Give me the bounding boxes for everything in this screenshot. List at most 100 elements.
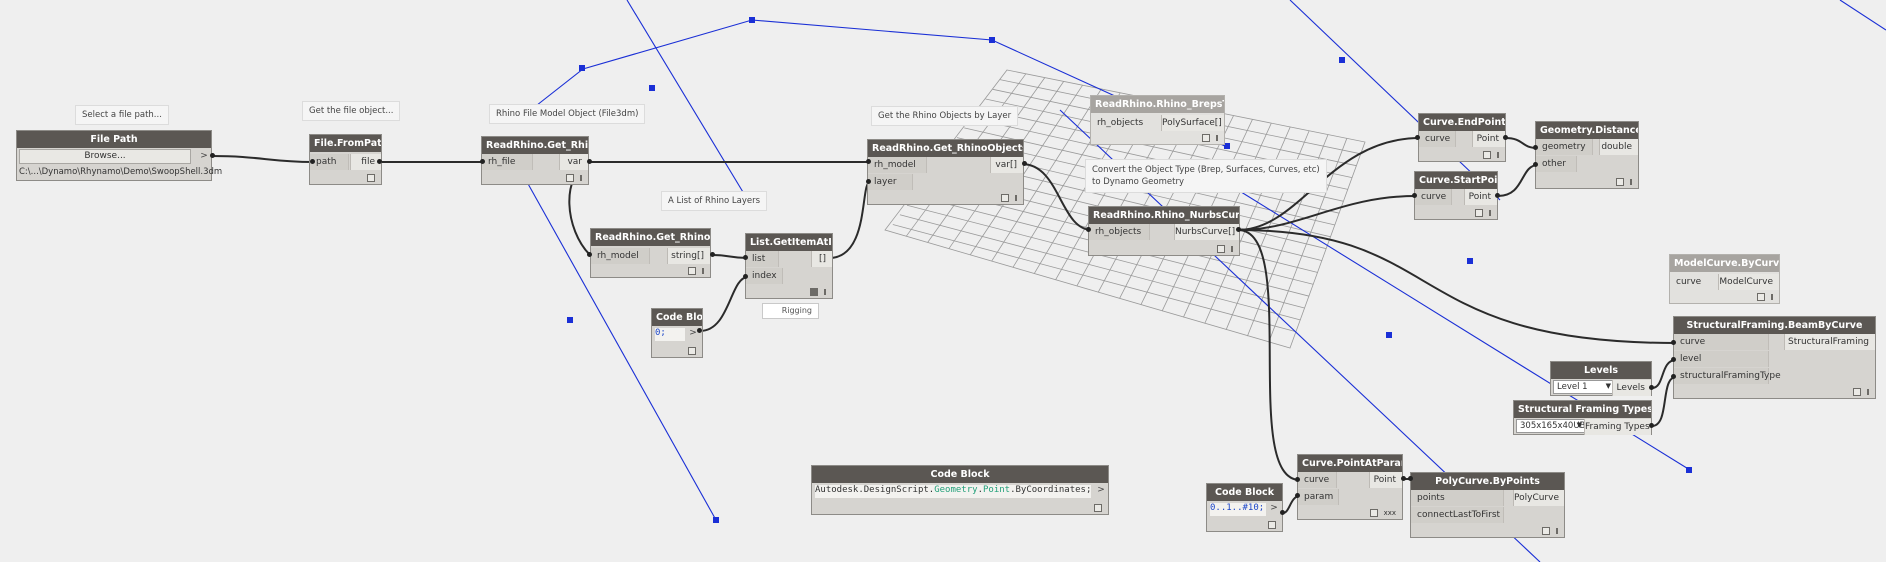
output-arrow-icon[interactable]: > bbox=[198, 151, 210, 161]
framing-types-dropdown-value: 305x165x40UB bbox=[1520, 421, 1586, 431]
input-port-rh-objects[interactable]: rh_objects bbox=[1091, 115, 1149, 131]
input-port-rh-model[interactable]: rh_model bbox=[591, 248, 650, 264]
output-port-list[interactable]: [] bbox=[811, 251, 832, 267]
output-port-structural-framing[interactable]: StructuralFraming bbox=[1784, 334, 1875, 350]
node-get-objects-by-layer[interactable]: ReadRhino.Get_RhinoObjectsByLayer rh_mod… bbox=[867, 139, 1024, 205]
node-breps-to-ds[interactable]: ReadRhino.Rhino_BrepsToDS rh_objects Pol… bbox=[1090, 95, 1225, 145]
output-arrow-icon[interactable]: > bbox=[1095, 485, 1107, 495]
lacing-icon bbox=[1630, 179, 1632, 185]
output-port-nurbscurve-list[interactable]: NurbsCurve[] bbox=[1174, 224, 1239, 240]
preview-toggle-icon[interactable] bbox=[1369, 509, 1378, 517]
node-footer bbox=[1001, 194, 1017, 202]
code-block-editor[interactable]: 0; bbox=[655, 328, 685, 341]
input-port-geometry[interactable]: geometry bbox=[1536, 139, 1593, 155]
levels-dropdown[interactable]: Level 1 ▼ bbox=[1553, 380, 1615, 394]
node-model-curve-by-curve[interactable]: ModelCurve.ByCurve curve ModelCurve bbox=[1669, 254, 1780, 304]
preview-toggle-icon[interactable] bbox=[1217, 245, 1225, 253]
output-port-point[interactable]: Point bbox=[1369, 472, 1402, 488]
input-port-list[interactable]: list bbox=[746, 251, 779, 267]
node-curve-point-at-parameter[interactable]: Curve.PointAtParameter curve param Point… bbox=[1297, 454, 1403, 520]
node-get-item-at-index[interactable]: List.GetItemAtIndex list index [] bbox=[745, 233, 833, 299]
input-port-other[interactable]: other bbox=[1536, 156, 1577, 172]
node-file-path[interactable]: File Path Browse... > C:\...\Dynamo\Rhyn… bbox=[16, 130, 222, 181]
preview-toggle-icon[interactable] bbox=[1853, 388, 1861, 396]
output-port-point[interactable]: Point bbox=[1464, 189, 1497, 205]
output-port-polysurface-list[interactable]: PolySurface[] bbox=[1161, 115, 1224, 131]
preview-toggle-icon[interactable] bbox=[688, 347, 696, 355]
node-get-rhinofile[interactable]: ReadRhino.Get_RhinoFile rh_file var bbox=[481, 136, 589, 185]
input-port-layer[interactable]: layer bbox=[868, 174, 913, 190]
input-port-connect-last-to-first[interactable]: connectLastToFirst bbox=[1411, 507, 1504, 523]
preview-toggle-icon[interactable] bbox=[1757, 293, 1765, 301]
node-footer bbox=[1268, 521, 1276, 529]
output-port-var[interactable]: var bbox=[559, 154, 588, 170]
node-beam-by-curve[interactable]: StructuralFraming.BeamByCurve curve leve… bbox=[1673, 316, 1876, 399]
node-title: Code Block bbox=[1207, 484, 1282, 501]
input-port-rh-model[interactable]: rh_model bbox=[868, 157, 927, 173]
input-port-path[interactable]: path bbox=[310, 154, 349, 170]
framing-types-dropdown[interactable]: 305x165x40UB ▼ bbox=[1516, 419, 1586, 433]
input-port-curve[interactable]: curve bbox=[1670, 274, 1706, 290]
port-connector bbox=[377, 159, 382, 164]
output-port-levels[interactable]: Levels bbox=[1612, 380, 1651, 396]
output-port-var-list[interactable]: var[] bbox=[990, 157, 1023, 173]
input-port-structural-framing-type[interactable]: structuralFramingType bbox=[1674, 368, 1781, 384]
lacing-label[interactable]: xxx bbox=[1384, 509, 1396, 517]
output-port-framing-types[interactable]: Framing Types bbox=[1584, 419, 1651, 435]
output-port-modelcurve[interactable]: ModelCurve bbox=[1718, 274, 1779, 290]
lacing-icon bbox=[1867, 389, 1869, 395]
node-levels[interactable]: Levels Level 1 ▼ Levels bbox=[1550, 361, 1652, 396]
port-connector bbox=[866, 159, 871, 164]
node-polycurve-by-points[interactable]: PolyCurve.ByPoints points connectLastToF… bbox=[1410, 472, 1565, 538]
input-port-points[interactable]: points bbox=[1411, 490, 1504, 506]
output-port-polycurve[interactable]: PolyCurve bbox=[1513, 490, 1564, 506]
preview-toggle-icon[interactable] bbox=[1202, 134, 1210, 142]
node-code-block-point-bycoordinates[interactable]: Code Block Autodesk.DesignScript.Geometr… bbox=[811, 465, 1109, 515]
preview-toggle-icon[interactable] bbox=[1542, 527, 1550, 535]
output-port-double[interactable]: double bbox=[1599, 139, 1638, 155]
preview-toggle-icon[interactable] bbox=[367, 174, 375, 182]
node-curve-endpoint[interactable]: Curve.EndPoint curve Point bbox=[1418, 113, 1506, 162]
lacing-icon bbox=[824, 289, 826, 295]
preview-toggle-icon[interactable] bbox=[1483, 151, 1491, 159]
preview-toggle-icon[interactable] bbox=[1001, 194, 1009, 202]
browse-button[interactable]: Browse... bbox=[19, 149, 191, 164]
lacing-icon bbox=[580, 175, 582, 181]
node-structural-framing-types[interactable]: Structural Framing Types 305x165x40UB ▼ … bbox=[1513, 400, 1652, 435]
input-port-rh-file[interactable]: rh_file bbox=[482, 154, 533, 170]
input-port-curve[interactable]: curve bbox=[1415, 189, 1452, 205]
input-port-index[interactable]: index bbox=[746, 268, 783, 284]
node-get-rhinolayers[interactable]: ReadRhino.Get_RhinoLayers rh_model strin… bbox=[590, 228, 711, 278]
node-title: ReadRhino.Get_RhinoLayers bbox=[591, 229, 710, 246]
dynamo-canvas[interactable]: Select a file path... Get the file objec… bbox=[0, 0, 1886, 562]
note-get-file-object: Get the file object... bbox=[302, 101, 401, 121]
input-port-curve[interactable]: curve bbox=[1674, 334, 1769, 350]
preview-toggle-icon[interactable] bbox=[688, 267, 696, 275]
input-port-curve[interactable]: curve bbox=[1298, 472, 1337, 488]
port-connector bbox=[1671, 340, 1676, 345]
output-arrow-icon[interactable]: > bbox=[1268, 503, 1280, 513]
preview-toggle-icon[interactable] bbox=[1616, 178, 1624, 186]
node-file-from-path[interactable]: File.FromPath path file bbox=[309, 134, 382, 185]
input-port-level[interactable]: level bbox=[1674, 351, 1769, 367]
output-port-point[interactable]: Point bbox=[1472, 131, 1505, 147]
node-geometry-distance-to[interactable]: Geometry.DistanceTo geometry other doubl… bbox=[1535, 121, 1639, 189]
output-port-string-list[interactable]: string[] bbox=[667, 248, 710, 264]
preview-toggle-icon[interactable] bbox=[810, 288, 818, 296]
input-port-curve[interactable]: curve bbox=[1419, 131, 1456, 147]
input-port-param[interactable]: param bbox=[1298, 489, 1339, 505]
preview-toggle-icon[interactable] bbox=[1094, 504, 1102, 512]
node-code-block-range[interactable]: Code Block 0..1..#10; > bbox=[1206, 483, 1283, 532]
code-block-editor[interactable]: Autodesk.DesignScript.Geometry.Point.ByC… bbox=[815, 485, 1091, 498]
preview-toggle-icon[interactable] bbox=[566, 174, 574, 182]
node-code-block-index[interactable]: Code Block 0; > bbox=[651, 308, 703, 358]
node-footer bbox=[1483, 151, 1499, 159]
port-connector bbox=[480, 159, 485, 164]
node-title: File Path bbox=[17, 131, 211, 148]
input-port-rh-objects[interactable]: rh_objects bbox=[1089, 224, 1150, 240]
preview-toggle-icon[interactable] bbox=[1268, 521, 1276, 529]
node-curve-startpoint[interactable]: Curve.StartPoint curve Point bbox=[1414, 171, 1498, 220]
node-nurbs-curves-to-ds[interactable]: ReadRhino.Rhino_NurbsCurvesToDS rh_objec… bbox=[1088, 206, 1240, 256]
preview-toggle-icon[interactable] bbox=[1475, 209, 1483, 217]
code-block-editor[interactable]: 0..1..#10; bbox=[1210, 503, 1266, 516]
